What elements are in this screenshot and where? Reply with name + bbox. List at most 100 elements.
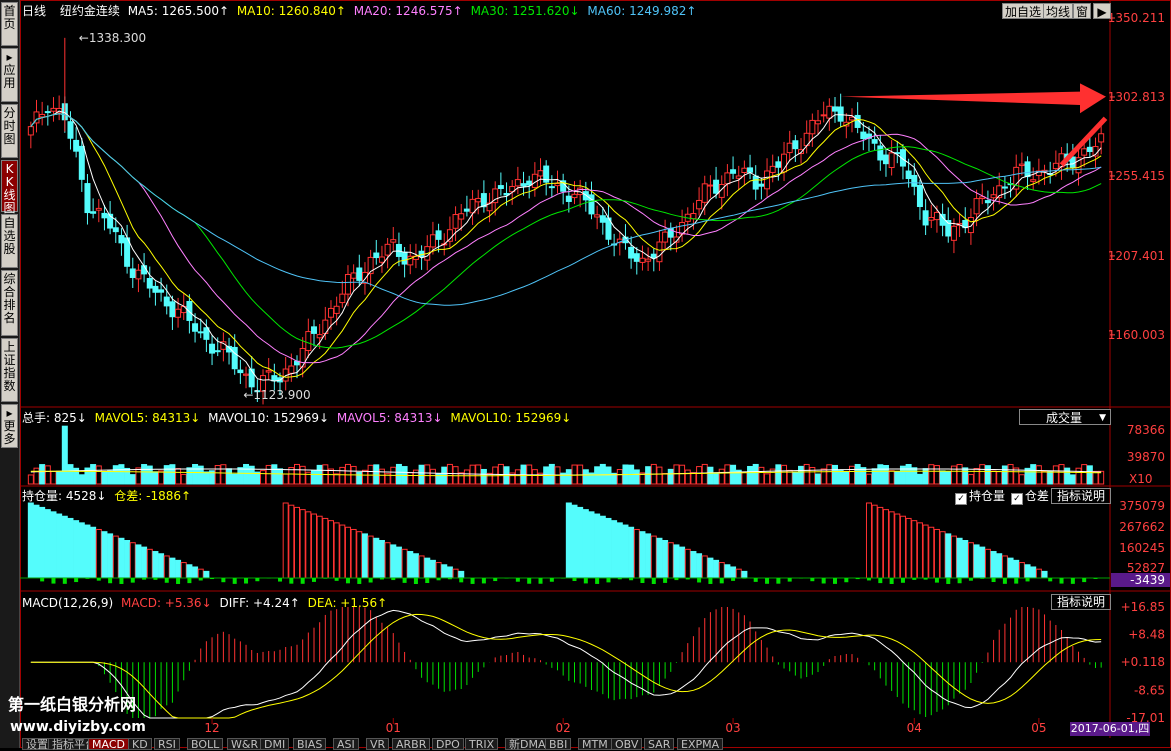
- oi-bar: [923, 525, 928, 578]
- oi-diff-bar: [527, 578, 531, 584]
- volume-bar: [793, 472, 798, 484]
- volume-bar: [119, 465, 124, 484]
- sidebar-item-2[interactable]: 分时图: [1, 104, 18, 158]
- tab-rsi[interactable]: RSI: [154, 738, 180, 750]
- oi-diff-bar: [346, 578, 350, 583]
- tab-新dma[interactable]: 新DMA: [505, 738, 550, 750]
- sidebar-item-1[interactable]: ▸应用: [1, 48, 18, 102]
- oi-diff-bar: [119, 578, 123, 584]
- volume-bar: [583, 470, 588, 484]
- oi-bar: [136, 545, 141, 578]
- oi-bar: [79, 523, 84, 578]
- tab-macd[interactable]: MACD: [88, 738, 129, 750]
- tab-dpo[interactable]: DPO: [432, 738, 464, 750]
- volume-bar: [731, 465, 736, 484]
- oi-diff-bar: [776, 578, 780, 584]
- volume-bar: [929, 465, 934, 484]
- volume-bar: [759, 467, 764, 484]
- volume-bar: [980, 465, 985, 484]
- kline-chart[interactable]: 1350.2111302.8131255.4151207.4011160.003…: [20, 0, 1171, 748]
- oi-axis-label: 267662: [1119, 520, 1165, 534]
- oi-diff-checkbox[interactable]: ✓: [1011, 493, 1023, 505]
- macd-help-button[interactable]: 指标说明: [1051, 594, 1111, 610]
- sidebar-item-5[interactable]: 综合排名: [1, 270, 18, 336]
- oi-bar: [872, 505, 877, 578]
- oi-diff-bar: [1048, 578, 1052, 581]
- candle-body: [595, 215, 600, 217]
- header-legend: 日线 纽约金连续 MA5: 1265.500↑ MA10: 1260.840↑ …: [22, 4, 696, 18]
- candle-body: [430, 235, 435, 247]
- candle-body: [68, 122, 73, 139]
- volume-bar: [193, 465, 198, 484]
- oi-bar: [96, 529, 101, 578]
- sidebar-item-6[interactable]: 上证指数: [1, 338, 18, 402]
- sidebar-item-0[interactable]: 首页: [1, 2, 18, 46]
- oi-diff-bar: [765, 578, 769, 584]
- candle-body: [345, 275, 350, 295]
- candle-body: [810, 120, 815, 133]
- tab-asi[interactable]: ASI: [333, 738, 359, 750]
- oi-diff-bar: [221, 578, 225, 582]
- oi-bar: [187, 565, 192, 578]
- oi-bar: [697, 554, 702, 578]
- sidebar-item-3[interactable]: KK线图: [1, 160, 18, 212]
- candle-body: [311, 327, 316, 334]
- candle-body: [379, 257, 384, 262]
- volume-bar: [861, 468, 866, 484]
- oi-bar: [566, 503, 571, 578]
- oi-diff-bar: [323, 578, 327, 579]
- oi-checkbox[interactable]: ✓: [955, 493, 967, 505]
- sidebar-item-7[interactable]: ▸更多: [1, 404, 18, 448]
- macd-name: MACD(12,26,9): [22, 596, 113, 610]
- candle-body: [238, 370, 243, 372]
- oi-diff-bar: [1026, 578, 1030, 581]
- volume-bar: [159, 471, 164, 484]
- tab-sar[interactable]: SAR: [644, 738, 674, 750]
- ma60-value: MA60: 1249.982↑: [587, 4, 696, 18]
- oi-bar: [442, 565, 447, 578]
- oi-bar: [119, 538, 124, 578]
- tab-mtm[interactable]: MTM: [578, 738, 612, 750]
- oi-help-button[interactable]: 指标说明: [1051, 488, 1111, 504]
- volume-bar: [674, 465, 679, 484]
- indicator-select[interactable]: 成交量 ▼: [1019, 409, 1111, 425]
- candle-body: [776, 162, 781, 167]
- oi-bar: [1014, 560, 1019, 578]
- tab-bias[interactable]: BIAS: [293, 738, 326, 750]
- add-favorite-button[interactable]: 加自选: [1002, 3, 1044, 19]
- collapse-arrow-icon[interactable]: ▶: [1093, 3, 1111, 19]
- volume-bar: [906, 464, 911, 484]
- tab-vr[interactable]: VR: [366, 738, 389, 750]
- window-button[interactable]: 窗: [1073, 3, 1091, 19]
- volume-bar: [459, 473, 464, 484]
- oi-diff-bar: [425, 578, 429, 583]
- sidebar-item-4[interactable]: 自选股: [1, 214, 18, 268]
- candle-body: [317, 335, 322, 338]
- oi-checkboxes: ✓持仓量 ✓仓差: [955, 489, 1049, 505]
- candle-body: [391, 240, 396, 242]
- oi-bar: [612, 521, 617, 578]
- candle-body: [153, 286, 158, 292]
- oi-diff-bar: [833, 578, 837, 584]
- tab-bbi[interactable]: BBI: [545, 738, 571, 750]
- volume-bar: [782, 465, 787, 484]
- average-line-button[interactable]: 均线: [1043, 3, 1073, 19]
- tab-boll[interactable]: BOLL: [187, 738, 223, 750]
- volume-bar: [985, 466, 990, 484]
- tab-dmi[interactable]: DMI: [260, 738, 289, 750]
- tab-arbr[interactable]: ARBR: [392, 738, 430, 750]
- candle-body: [306, 332, 311, 351]
- volume-bar: [657, 467, 662, 484]
- tab-expma[interactable]: EXPMA: [677, 738, 723, 750]
- oi-diff-bar: [890, 578, 894, 584]
- tab-kd[interactable]: KD: [128, 738, 152, 750]
- tab-w&r[interactable]: W&R: [227, 738, 262, 750]
- oi-bar: [459, 571, 464, 578]
- period-label: 日线: [22, 4, 46, 18]
- tab-obv[interactable]: OBV: [611, 738, 642, 750]
- oi-diff-bar: [810, 578, 814, 581]
- volume-bar: [215, 466, 220, 484]
- tab-trix[interactable]: TRIX: [465, 738, 498, 750]
- oi-bar: [640, 532, 645, 578]
- oi-diff-checkbox-label: 仓差: [1025, 489, 1049, 503]
